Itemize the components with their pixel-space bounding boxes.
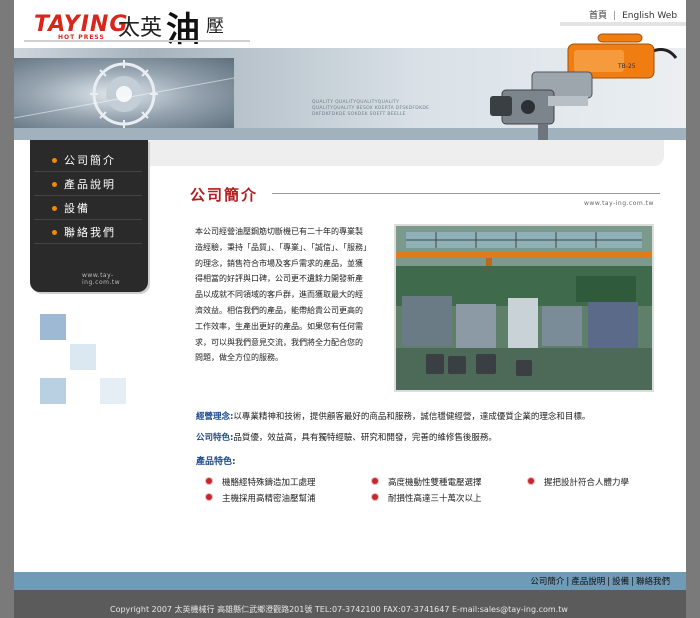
features-title: 產品特色: [196,457,236,467]
banner-gear-image [14,58,235,130]
footer-nav-equipment[interactable]: 設備 [610,577,631,587]
feature-item: 耐損性高達三十萬次以上 [372,492,482,504]
nav-english-link[interactable]: English Web [619,11,680,21]
bullet-icon [206,494,212,500]
philosophy-text: 以專業精神和技術，提供顧客最好的商品和服務，誠信穩健經營，達成優質企業的理念和目… [233,412,591,422]
bullet-icon [372,494,378,500]
philosophy-label: 經營理念 [196,412,231,422]
top-nav: 首頁 | English Web [586,8,680,21]
footer-nav-about[interactable]: 公司簡介 [528,577,566,587]
title-divider [272,193,660,194]
feature-item: 主機採用高精密油壓幫浦 [206,492,316,504]
decor-square [40,378,66,404]
logo-divider [24,40,250,42]
banner-tagline: QUALITY QUALITYQUALITYQUALITY QUALITYQUA… [312,100,430,117]
top-nav-underline [560,22,686,26]
sidebar-url: www.tay-ing.com.tw [82,272,121,286]
sidebar: 公司簡介 產品說明 設備 聯絡我們 www.tay-ing.com.tw [30,140,148,292]
footer-nav-contact[interactable]: 聯絡我們 [634,577,672,587]
bullet-icon [52,158,57,163]
philosophy-row: 經營理念:以專業精神和技術，提供顧客最好的商品和服務，誠信穩健經營，達成優質企業… [196,412,591,422]
decor-square [100,378,126,404]
logo-cn-2: 油 [166,10,200,50]
bottom-nav: 公司簡介 | 產品說明 | 設備 | 聯絡我們 [528,577,672,587]
factory-photo [394,224,654,392]
bullet-icon [372,478,378,484]
footer-copyright: Copyright 2007 太英機械行 高雄縣仁武鄉澄觀路201號 TEL:0… [110,605,568,614]
company-feature-label: 公司特色 [196,433,231,443]
logo-cn-3: 壓 [206,16,224,37]
bullet-icon [52,182,57,187]
sidebar-item-contact[interactable]: 聯絡我們 [34,222,142,244]
feature-item: 機骼經特殊鑄造加工處理 [206,476,316,488]
decor-square [70,344,96,370]
nav-home-link[interactable]: 首頁 [586,11,610,21]
company-feature-row: 公司特色:品質優，效益高，具有獨特經驗、研究和開發，完善的維修售後服務。 [196,433,497,443]
bullet-icon [528,478,534,484]
machine-label: TB-25 [617,63,636,70]
bullet-icon [206,478,212,484]
bullet-icon [52,206,57,211]
company-intro: 本公司經營油壓鋼筋切斷機已有二十年的專業製造經驗，秉持「品質」、「專業」、「誠信… [195,227,367,363]
page-title: 公司簡介 [190,186,259,204]
sidebar-item-equipment[interactable]: 設備 [34,198,142,220]
page: TAYING HOT PRESS 太英 油 壓 首頁|English Web [14,0,686,618]
feature-item: 高度機動性雙種電壓選擇 [372,476,482,488]
content-top-band [148,140,664,166]
decor-square [40,314,66,340]
bullet-icon [52,230,57,235]
title-url: www.tay-ing.com.tw [584,200,654,207]
company-feature-text: 品質優，效益高，具有獨特經驗、研究和開發，完善的維修售後服務。 [233,433,497,443]
feature-item: 握把設計符合人體力學 [528,476,629,488]
sidebar-item-products[interactable]: 產品說明 [34,174,142,196]
footer-nav-products[interactable]: 產品說明 [569,577,607,587]
sidebar-item-about[interactable]: 公司簡介 [34,150,142,172]
logo-cn-1: 太英 [118,16,163,41]
